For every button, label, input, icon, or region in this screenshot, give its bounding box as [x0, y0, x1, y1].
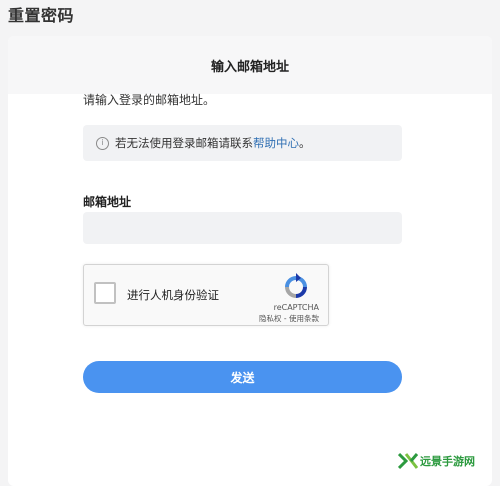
- watermark-logo-icon: [398, 452, 418, 470]
- watermark-text: 远景手游网: [420, 455, 475, 468]
- info-text: 若无法使用登录邮箱请联系: [115, 136, 253, 150]
- info-icon: i: [96, 136, 109, 150]
- email-label: 邮箱地址: [83, 195, 132, 209]
- info-suffix: 。: [299, 136, 311, 150]
- recaptcha-checkbox[interactable]: [94, 282, 116, 304]
- send-button[interactable]: 发送: [83, 361, 402, 393]
- email-input[interactable]: [83, 212, 402, 244]
- recaptcha-label: 进行人机身份验证: [127, 288, 219, 302]
- card-title: 输入邮箱地址: [210, 59, 289, 75]
- help-center-link[interactable]: 帮助中心: [253, 135, 299, 151]
- page-title: 重置密码: [8, 6, 75, 25]
- info-notice: i 若无法使用登录邮箱请联系 帮助中心 。: [83, 125, 402, 161]
- instructions-text: 请输入登录的邮箱地址。: [83, 93, 216, 107]
- watermark: 远景手游网: [398, 452, 475, 470]
- reset-password-card: 输入邮箱地址: [8, 36, 492, 486]
- recaptcha-logo-icon: [285, 273, 307, 298]
- recaptcha-brand: reCAPTCHA: [273, 303, 319, 312]
- recaptcha-widget: 进行人机身份验证 reCAPTCHA 隐私权 - 使用条款: [83, 264, 329, 326]
- card-header: 输入邮箱地址: [8, 36, 492, 94]
- recaptcha-links[interactable]: 隐私权 - 使用条款: [259, 313, 319, 324]
